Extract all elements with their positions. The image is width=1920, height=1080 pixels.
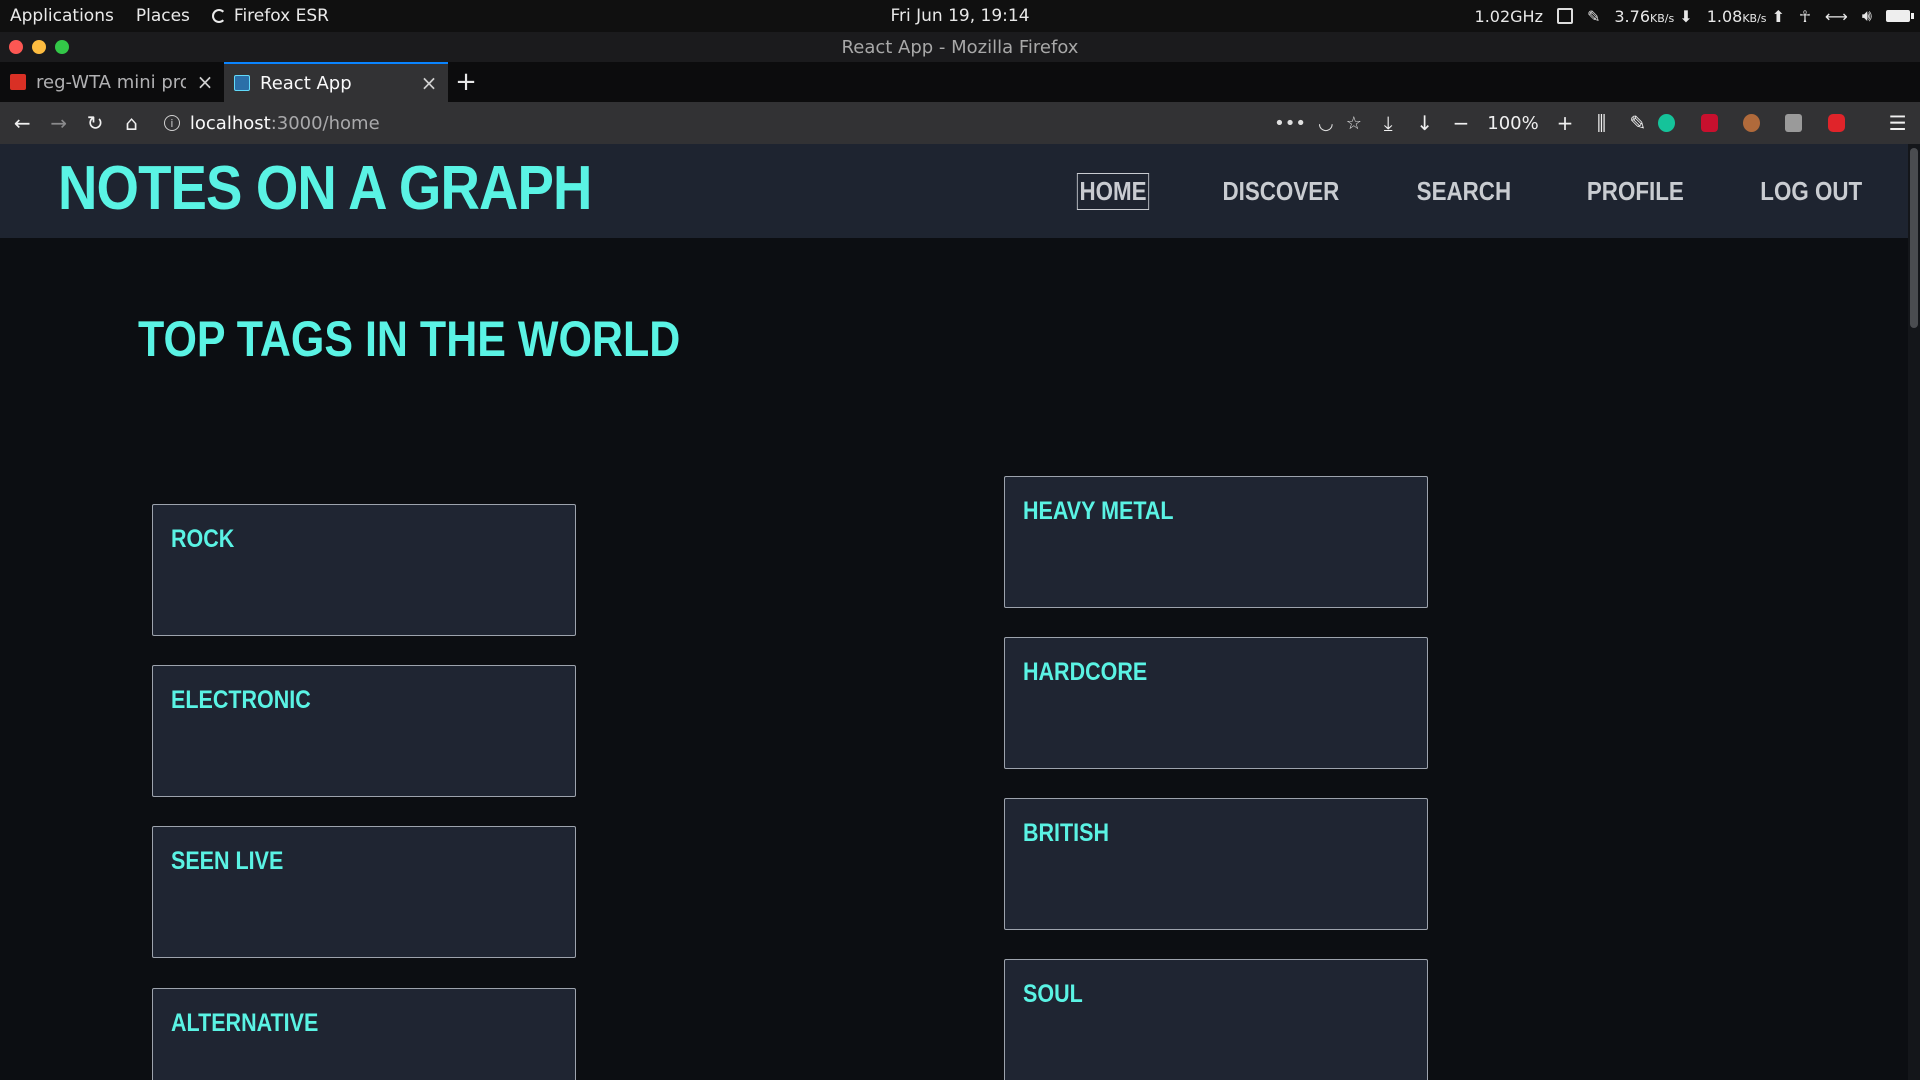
maximize-window-button[interactable] — [55, 40, 69, 54]
bookmark-star-icon[interactable]: ☆ — [1346, 113, 1362, 134]
net-down-rate: 3.76KB/s ⬇ — [1614, 7, 1692, 26]
hamburger-menu-icon[interactable]: ☰ — [1882, 106, 1914, 140]
battery-icon[interactable] — [1886, 10, 1914, 22]
firefox-icon — [211, 9, 226, 23]
tag-card[interactable]: SOUL — [1004, 959, 1428, 1080]
tag-card[interactable]: HEAVY METAL — [1004, 476, 1428, 608]
save-icon[interactable]: ⤓ — [1372, 106, 1404, 140]
url-bar[interactable]: i localhost:3000/home ••• ◡ ☆ — [158, 107, 1368, 139]
tag-label: SOUL — [1023, 980, 1083, 1008]
reload-button[interactable]: ↻ — [79, 106, 111, 140]
tag-card[interactable]: SEEN LIVE — [152, 826, 576, 958]
arrow-down-icon: ⬇ — [1679, 6, 1693, 26]
firefox-app-label: Firefox ESR — [233, 6, 329, 26]
pocket-icon[interactable]: ◡ — [1318, 113, 1334, 134]
arrow-up-icon: ⬆ — [1771, 6, 1786, 26]
close-tab-icon[interactable]: × — [196, 70, 214, 94]
site-logo[interactable]: NOTES ON A GRAPH — [58, 156, 592, 221]
zoom-level[interactable]: 100% — [1481, 113, 1544, 134]
nav-discover[interactable]: DISCOVER — [1221, 174, 1341, 209]
nav-search[interactable]: SEARCH — [1415, 174, 1513, 209]
gmail-favicon-icon — [10, 74, 26, 90]
nav-toolbar: ← → ↻ ⌂ i localhost:3000/home ••• ◡ ☆ ⤓ … — [0, 102, 1920, 144]
url-text[interactable]: localhost:3000/home — [190, 113, 380, 134]
zoom-in-button[interactable]: + — [1549, 106, 1581, 140]
tab-strip: reg-WTA mini proj × React App × + — [0, 62, 1920, 102]
url-host: localhost — [189, 112, 271, 134]
tag-label: ALTERNATIVE — [171, 1009, 319, 1037]
zoom-out-button[interactable]: − — [1445, 106, 1477, 140]
page-viewport: NOTES ON A GRAPH HOME DISCOVER SEARCH PR… — [0, 144, 1920, 1080]
forward-button[interactable]: → — [42, 106, 74, 140]
nav-home[interactable]: HOME — [1077, 172, 1150, 210]
net-up-unit: KB/s — [1742, 11, 1767, 25]
tag-label: HARDCORE — [1023, 658, 1148, 686]
tag-label: SEEN LIVE — [171, 847, 284, 875]
tag-card[interactable]: BRITISH — [1004, 798, 1428, 930]
tag-label: HEAVY METAL — [1023, 497, 1174, 525]
volume-icon[interactable]: 🔊︎ — [1862, 6, 1872, 26]
window-title: React App - Mozilla Firefox — [841, 36, 1079, 58]
pen-icon[interactable]: ✎ — [1622, 106, 1654, 140]
nav-log-out[interactable]: LOG OUT — [1758, 174, 1863, 209]
page-actions-icon[interactable]: ••• — [1274, 113, 1306, 134]
site-header: NOTES ON A GRAPH HOME DISCOVER SEARCH PR… — [0, 144, 1908, 238]
tag-card[interactable]: ALTERNATIVE — [152, 988, 576, 1080]
grammarly-icon[interactable] — [1658, 114, 1676, 132]
tab-react-app[interactable]: React App × — [224, 62, 448, 102]
cpu-frequency: 1.02GHz — [1474, 6, 1543, 26]
tag-card[interactable]: ROCK — [152, 504, 576, 636]
new-tab-button[interactable]: + — [448, 62, 484, 102]
scrollbar-thumb[interactable] — [1910, 148, 1918, 328]
tag-label: ELECTRONIC — [171, 686, 311, 714]
cube-icon[interactable] — [1785, 114, 1803, 132]
accessibility-icon[interactable]: ☥ — [1799, 7, 1811, 26]
downloads-icon[interactable]: ↓ — [1408, 106, 1440, 140]
library-icon[interactable]: ⫼ — [1585, 106, 1617, 140]
window-title-bar: React App - Mozilla Firefox — [0, 32, 1920, 62]
tab-title: React App — [260, 72, 352, 94]
applications-menu[interactable]: Applications — [10, 6, 114, 26]
minimize-window-button[interactable] — [32, 40, 46, 54]
cookie-icon[interactable] — [1742, 114, 1761, 132]
tab-title: reg-WTA mini proj — [36, 71, 186, 93]
nav-profile[interactable]: PROFILE — [1585, 174, 1685, 209]
net-up-rate: 1.08KB/s ⬆ — [1707, 7, 1785, 26]
firefox-app-menu[interactable]: Firefox ESR — [211, 6, 329, 26]
tag-label: BRITISH — [1023, 819, 1109, 847]
back-button[interactable]: ← — [6, 106, 38, 140]
net-down-unit: KB/s — [1650, 11, 1675, 25]
system-top-bar: Applications Places Firefox ESR Fri Jun … — [0, 0, 1920, 32]
tag-label: ROCK — [171, 525, 235, 553]
close-tab-icon[interactable]: × — [420, 71, 438, 95]
video-extension-icon[interactable] — [1827, 114, 1845, 132]
section-title: TOP TAGS IN THE WORLD — [138, 311, 681, 367]
close-window-button[interactable] — [9, 40, 23, 54]
clock[interactable]: Fri Jun 19, 19:14 — [890, 6, 1029, 26]
net-up-value: 1.08 — [1706, 6, 1743, 26]
home-button[interactable]: ⌂ — [115, 106, 147, 140]
cpu-graph-icon — [1556, 8, 1573, 24]
adblock-icon[interactable] — [1700, 114, 1718, 132]
page-scrollbar[interactable] — [1908, 144, 1920, 1080]
site-nav: HOME DISCOVER SEARCH PROFILE LOG OUT — [1071, 144, 1872, 238]
pencil-icon[interactable]: ✎ — [1587, 7, 1600, 26]
react-favicon-icon — [234, 75, 250, 91]
tab-gmail[interactable]: reg-WTA mini proj × — [0, 62, 224, 102]
places-menu[interactable]: Places — [136, 6, 190, 26]
tag-card[interactable]: HARDCORE — [1004, 637, 1428, 769]
network-icon[interactable]: ⟷ — [1825, 7, 1848, 26]
net-down-value: 3.76 — [1614, 6, 1650, 26]
site-info-icon[interactable]: i — [163, 115, 180, 131]
tag-card[interactable]: ELECTRONIC — [152, 665, 576, 797]
url-path: :3000/home — [270, 112, 380, 134]
